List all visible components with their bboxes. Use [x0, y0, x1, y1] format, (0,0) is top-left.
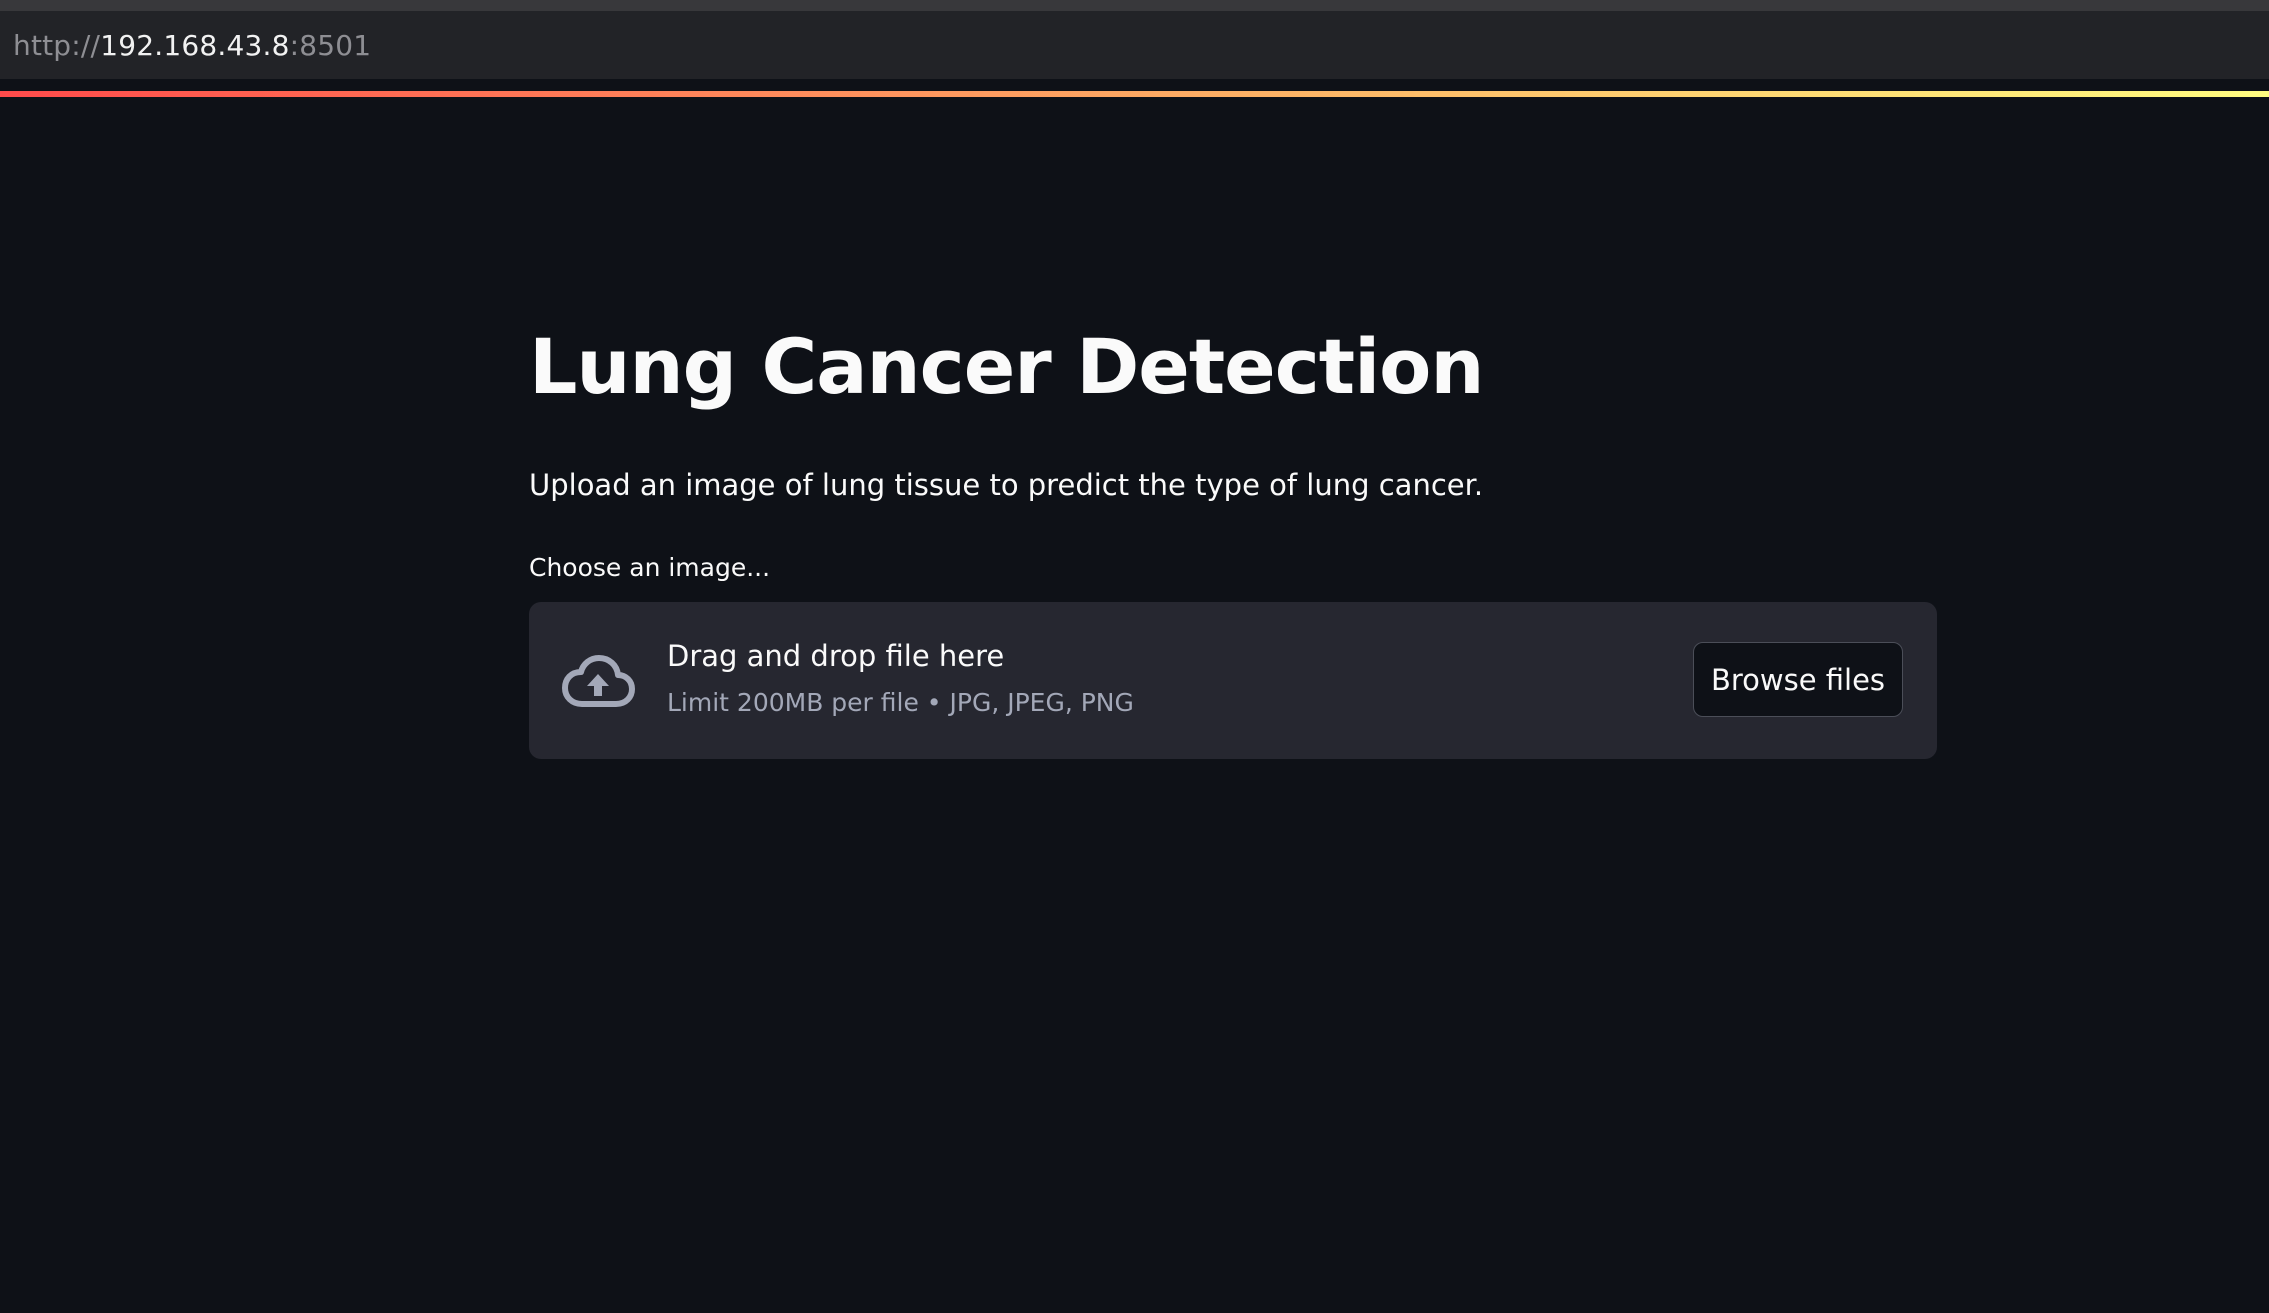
url-text[interactable]: http://192.168.43.8:8501: [0, 29, 371, 62]
url-host: 192.168.43.8: [100, 28, 290, 62]
dropzone-title: Drag and drop file here: [667, 639, 1005, 673]
browser-url-bar[interactable]: http://192.168.43.8:8501: [0, 11, 2269, 79]
header-decoration-bar: [0, 91, 2269, 97]
cloud-upload-icon: [562, 655, 635, 707]
dropzone-limit-text: Limit 200MB per file • JPG, JPEG, PNG: [667, 688, 1134, 717]
page-title: Lung Cancer Detection: [529, 322, 1484, 411]
url-scheme: http://: [13, 28, 101, 62]
browser-top-strip: [0, 0, 2269, 11]
browse-files-button[interactable]: Browse files: [1693, 642, 1903, 717]
page-description: Upload an image of lung tissue to predic…: [529, 468, 1484, 502]
file-uploader-label: Choose an image...: [529, 553, 771, 582]
dropzone-instructions: Drag and drop file here Limit 200MB per …: [667, 639, 1134, 717]
file-dropzone[interactable]: Drag and drop file here Limit 200MB per …: [529, 602, 1937, 759]
url-port: :8501: [289, 28, 372, 62]
